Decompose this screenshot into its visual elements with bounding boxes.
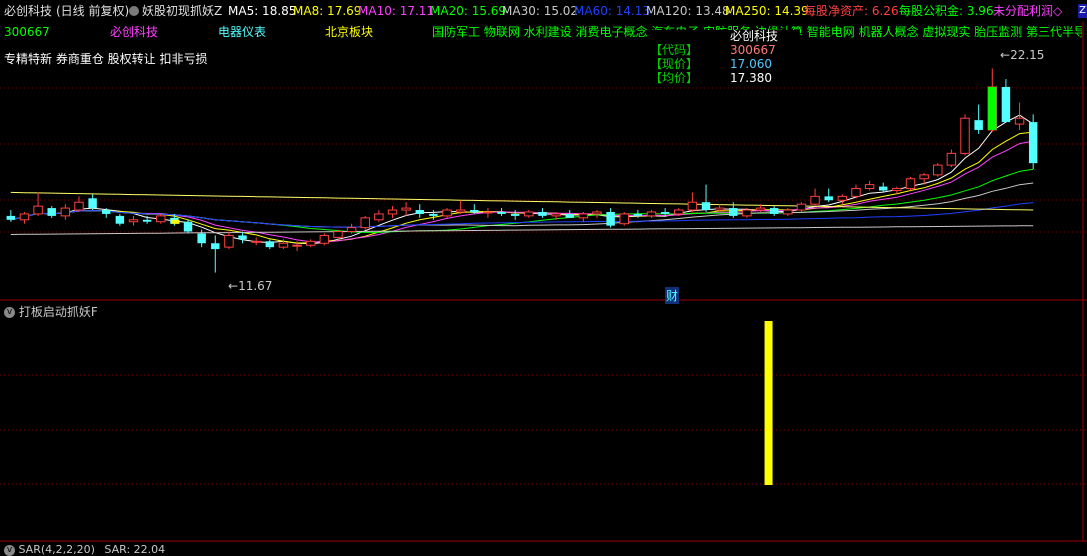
candle-body xyxy=(660,211,670,214)
candle-body xyxy=(633,213,643,216)
candle-body xyxy=(415,210,424,214)
candle-body xyxy=(211,243,220,250)
candle-body xyxy=(74,201,84,211)
candle-body xyxy=(19,213,30,221)
candle-body xyxy=(128,219,139,223)
candle-body xyxy=(305,240,316,246)
candle-body xyxy=(919,174,929,180)
candle-body xyxy=(115,215,125,224)
candle-body xyxy=(510,213,520,216)
candle-body xyxy=(47,208,56,216)
candle-body xyxy=(238,235,247,240)
candle-body xyxy=(197,233,206,244)
candle-body xyxy=(401,207,411,211)
candle-body xyxy=(292,244,302,247)
candle-body xyxy=(60,207,71,217)
candle-body xyxy=(769,208,779,214)
kline-chart[interactable] xyxy=(0,0,1087,556)
ma250-line xyxy=(10,191,1034,211)
candle-body xyxy=(742,209,752,217)
candle-body xyxy=(864,184,875,190)
candle-body xyxy=(319,234,330,244)
candle-body xyxy=(156,215,166,223)
candle-body xyxy=(565,213,574,218)
candle-body xyxy=(1028,122,1038,164)
sar-panel-header: v SAR(4,2,2,20) SAR: 22.04 xyxy=(4,543,165,556)
candle-body xyxy=(592,211,602,215)
candle-body xyxy=(538,211,547,216)
candle-body xyxy=(619,213,629,225)
candle-body xyxy=(933,164,943,176)
sub-panel-gear-icon[interactable]: v xyxy=(4,307,15,318)
sar-panel-gear-icon[interactable]: v xyxy=(4,544,15,556)
candle-body xyxy=(606,211,615,226)
low-price-label: ←11.67 xyxy=(228,279,273,293)
high-price-label: ←22.15 xyxy=(1000,48,1045,62)
candle-body xyxy=(278,242,289,248)
sar-panel-title[interactable]: SAR(4,2,2,20) xyxy=(19,543,95,556)
candle-body xyxy=(674,209,684,215)
candle-body xyxy=(824,196,833,201)
finance-marker[interactable]: 财 xyxy=(665,287,680,304)
candle-body xyxy=(687,201,698,211)
candle-body xyxy=(960,117,970,154)
candle-body xyxy=(142,219,152,222)
candle-body xyxy=(783,209,793,215)
candle-body xyxy=(102,210,111,214)
candle-body xyxy=(483,211,493,214)
candle-body xyxy=(879,186,888,191)
candle-body xyxy=(224,234,234,248)
candle-body xyxy=(183,221,193,232)
candle-body xyxy=(837,195,848,201)
candle-body xyxy=(88,198,97,209)
sub-panel-header: v 打板启动抓妖F xyxy=(4,303,98,320)
candle-body xyxy=(33,205,43,215)
candle-body xyxy=(470,210,479,212)
candle-body xyxy=(265,241,275,248)
candle-body xyxy=(905,178,916,190)
candle-body xyxy=(755,207,766,211)
candle-body xyxy=(701,202,711,211)
sub-panel-title[interactable]: 打板启动抓妖F xyxy=(19,305,98,319)
candle-body xyxy=(360,217,370,229)
limit-up-candle xyxy=(988,86,997,130)
candle-body xyxy=(551,213,561,217)
ma120-line xyxy=(10,225,1034,235)
candle-body xyxy=(455,209,466,213)
candle-body xyxy=(810,195,820,205)
candle-body xyxy=(251,240,261,243)
candle-body xyxy=(374,213,384,221)
candle-body xyxy=(429,213,438,216)
candle-body xyxy=(974,120,983,130)
candle-body xyxy=(6,215,16,220)
candle-body xyxy=(1001,86,1011,123)
ma5-line xyxy=(10,114,1034,245)
candle-body xyxy=(578,213,589,219)
candle-body xyxy=(714,207,725,211)
candle-body xyxy=(1014,117,1025,125)
candle-body xyxy=(646,211,657,217)
candle-body xyxy=(851,188,861,197)
candle-body xyxy=(892,188,902,191)
candle-body xyxy=(497,211,506,214)
signal-bar xyxy=(764,321,773,485)
candle-body xyxy=(524,211,534,217)
candle-body xyxy=(333,231,343,238)
candle-body xyxy=(387,209,398,215)
candle-body xyxy=(346,227,357,233)
candle-body xyxy=(796,203,807,211)
sar-value: SAR: 22.04 xyxy=(104,543,166,556)
candle-body xyxy=(729,208,738,216)
candle-body xyxy=(946,152,957,166)
highlight-candle xyxy=(171,219,180,224)
candle-body xyxy=(442,209,452,217)
